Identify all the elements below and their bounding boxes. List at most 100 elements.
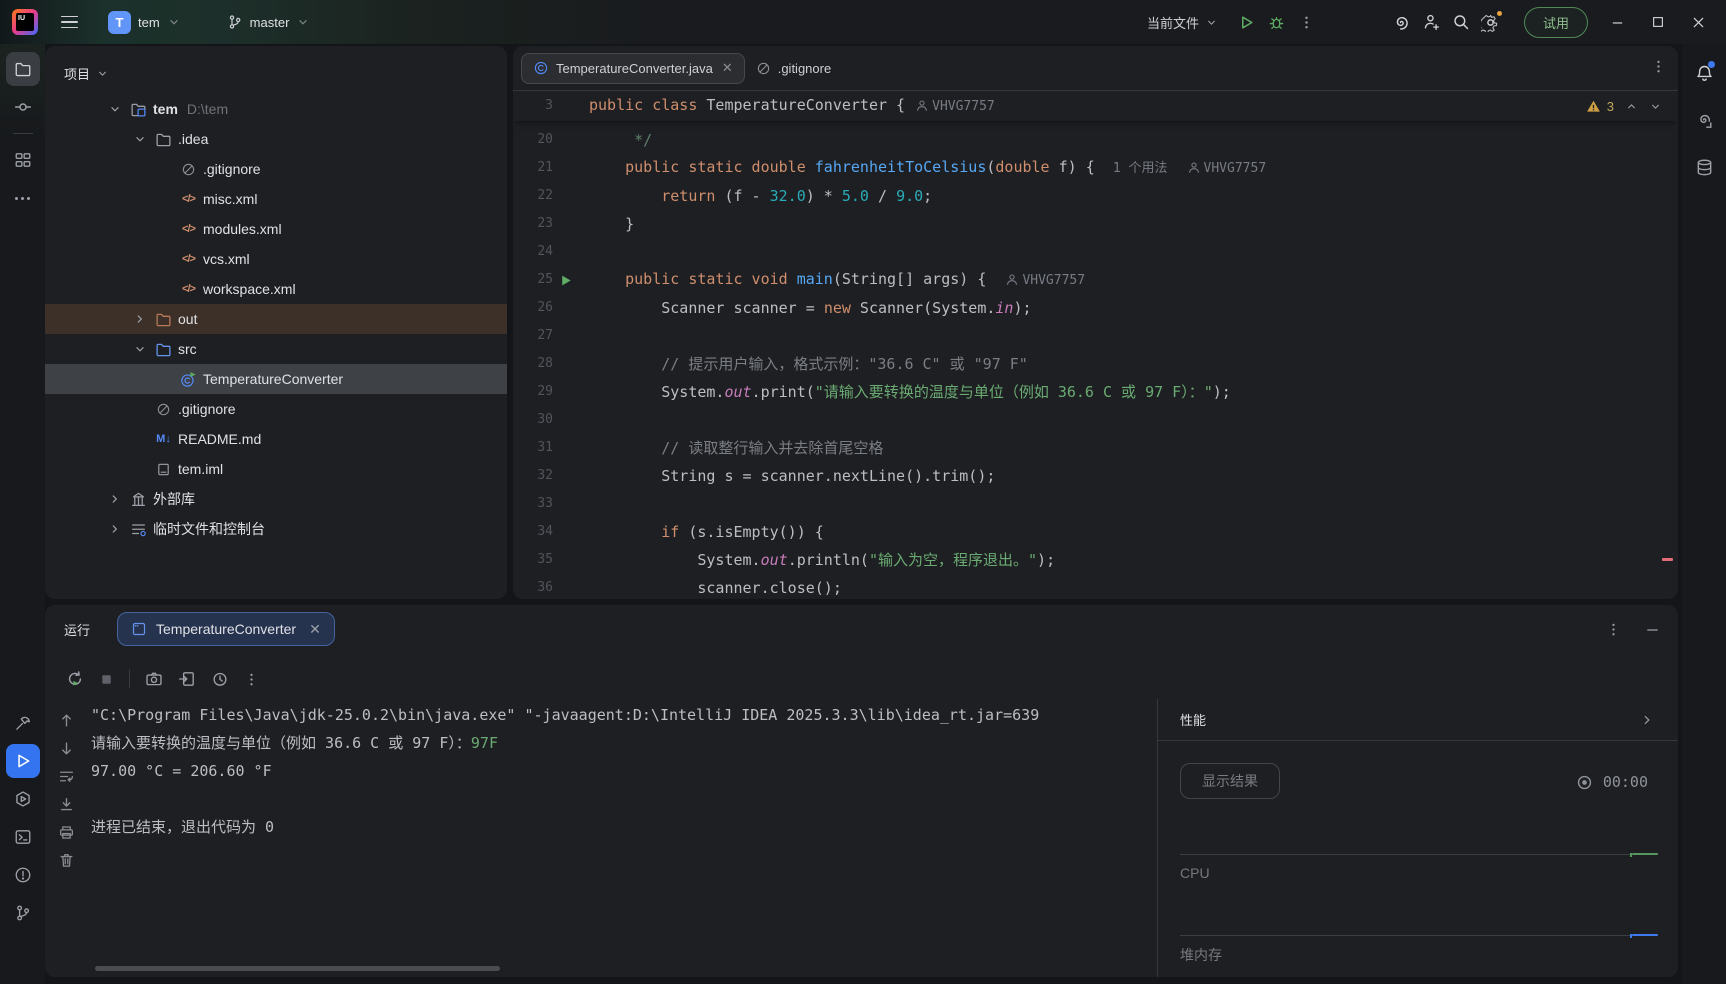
close-run-tab-icon[interactable]: ✕ <box>309 621 321 638</box>
run-panel-options-button[interactable] <box>1606 622 1621 637</box>
show-results-button[interactable]: 显示结果 <box>1180 763 1280 799</box>
hide-panel-button[interactable] <box>1645 622 1660 637</box>
code-line-29[interactable]: 29 System.out.print("请输入要转换的温度与单位（例如 36.… <box>513 378 1678 406</box>
tool-project-button[interactable] <box>6 52 40 86</box>
soft-wrap-button[interactable] <box>58 768 75 785</box>
code-line-25[interactable]: 25 public static void main(String[] args… <box>513 266 1678 294</box>
chevron-down-icon[interactable] <box>128 132 151 146</box>
add-user-button[interactable] <box>1416 7 1446 37</box>
trial-button[interactable]: 试用 <box>1524 7 1588 38</box>
code-editor[interactable]: 20 */21 public static double fahrenheitT… <box>513 121 1678 599</box>
tool-services-button[interactable] <box>6 782 40 816</box>
code-line-31[interactable]: 31 // 读取整行输入并去除首尾空格 <box>513 434 1678 462</box>
tree-item-tem[interactable]: temD:\tem <box>45 94 507 124</box>
error-stripe-mark[interactable] <box>1662 558 1673 561</box>
code-line-23[interactable]: 23 } <box>513 210 1678 238</box>
tree-item-temperatureconverter[interactable]: TemperatureConverter <box>45 364 507 394</box>
tree-item-.gitignore[interactable]: .gitignore <box>45 394 507 424</box>
up-stack-button[interactable] <box>58 712 75 729</box>
hamburger-menu-icon[interactable] <box>54 7 84 37</box>
tool-terminal-button[interactable] <box>6 820 40 854</box>
code-line-32[interactable]: 32 String s = scanner.nextLine().trim(); <box>513 462 1678 490</box>
run-configuration-selector[interactable]: 当前文件 <box>1147 13 1218 32</box>
console-output[interactable]: "C:\Program Files\Java\jdk-25.0.2\bin\ja… <box>87 699 1157 977</box>
code-line-27[interactable]: 27 <box>513 322 1678 350</box>
notifications-button[interactable] <box>1687 56 1721 90</box>
tool-build-button[interactable] <box>6 706 40 740</box>
screenshot-button[interactable] <box>145 670 163 688</box>
code-line-28[interactable]: 28 // 提示用户输入，格式示例："36.6 C" 或 "97 F" <box>513 350 1678 378</box>
code-line-30[interactable]: 30 <box>513 406 1678 434</box>
chevron-right-icon[interactable] <box>1640 713 1654 727</box>
debug-button[interactable] <box>1262 7 1292 37</box>
tool-problems-button[interactable] <box>6 858 40 892</box>
console-line-1[interactable]: "C:\Program Files\Java\jdk-25.0.2\bin\ja… <box>91 701 1157 729</box>
code-line-36[interactable]: 36 scanner.close(); <box>513 574 1678 599</box>
code-line-33[interactable]: 33 <box>513 490 1678 518</box>
prev-warning-icon[interactable] <box>1625 100 1638 113</box>
tree-item-vcs.xml[interactable]: </>vcs.xml <box>45 244 507 274</box>
tree-item-.gitignore[interactable]: .gitignore <box>45 154 507 184</box>
branch-widget[interactable]: master <box>219 10 319 34</box>
code-line-22[interactable]: 22 return (f - 32.0) * 5.0 / 9.0; <box>513 182 1678 210</box>
console-line-3[interactable]: 97.00 °C = 206.60 °F <box>91 757 1157 785</box>
tree-item-临时文件和控制台[interactable]: 临时文件和控制台 <box>45 514 507 544</box>
editor-tab-temperatureconverter[interactable]: TemperatureConverter.java ✕ <box>521 53 745 84</box>
tool-version-control-button[interactable] <box>6 896 40 930</box>
chevron-down-icon[interactable] <box>103 102 126 116</box>
run-line-icon[interactable] <box>553 273 577 288</box>
code-line-21[interactable]: 21 public static double fahrenheitToCels… <box>513 154 1678 182</box>
next-warning-icon[interactable] <box>1649 100 1662 113</box>
run-button[interactable] <box>1232 7 1262 37</box>
horizontal-scrollbar[interactable] <box>95 966 500 971</box>
code-line-24[interactable]: 24 <box>513 238 1678 266</box>
chevron-right-icon[interactable] <box>128 312 151 326</box>
sticky-line[interactable]: 3 public class TemperatureConverter { VH… <box>513 91 1678 121</box>
performance-header[interactable]: 性能 <box>1158 699 1678 741</box>
ai-chat-button[interactable] <box>1687 103 1721 137</box>
tree-item-out[interactable]: out <box>45 304 507 334</box>
tree-item-外部库[interactable]: 外部库 <box>45 484 507 514</box>
history-button[interactable] <box>211 670 229 688</box>
ai-assistant-button[interactable] <box>1386 7 1416 37</box>
code-line-34[interactable]: 34 if (s.isEmpty()) { <box>513 518 1678 546</box>
tool-more-button[interactable] <box>6 181 40 215</box>
close-button[interactable] <box>1691 15 1706 30</box>
tool-run-button[interactable] <box>6 744 40 778</box>
tree-item-src[interactable]: src <box>45 334 507 364</box>
search-button[interactable] <box>1446 7 1476 37</box>
chevron-down-icon[interactable] <box>128 342 151 356</box>
project-switcher[interactable]: T tem <box>100 7 189 38</box>
code-line-26[interactable]: 26 Scanner scanner = new Scanner(System.… <box>513 294 1678 322</box>
maximize-button[interactable] <box>1651 15 1665 29</box>
tree-item-misc.xml[interactable]: </>misc.xml <box>45 184 507 214</box>
down-stack-button[interactable] <box>58 740 75 757</box>
close-tab-icon[interactable]: ✕ <box>722 60 733 76</box>
console-line-4[interactable] <box>91 785 1157 813</box>
tool-commit-button[interactable] <box>6 90 40 124</box>
code-line-35[interactable]: 35 System.out.println("输入为空，程序退出。"); <box>513 546 1678 574</box>
print-button[interactable] <box>58 824 75 841</box>
restore-layout-button[interactable] <box>178 670 196 688</box>
minimize-button[interactable] <box>1610 15 1625 30</box>
console-more-button[interactable] <box>244 672 259 687</box>
tree-item-tem.iml[interactable]: tem.iml <box>45 454 507 484</box>
editor-options-button[interactable] <box>1651 59 1666 77</box>
rerun-button[interactable] <box>66 670 84 688</box>
code-line-20[interactable]: 20 */ <box>513 126 1678 154</box>
clear-console-button[interactable] <box>58 852 75 869</box>
tree-item-readme.md[interactable]: M↓README.md <box>45 424 507 454</box>
more-options-button[interactable] <box>1292 7 1322 37</box>
chevron-right-icon[interactable] <box>103 522 126 536</box>
project-panel-header[interactable]: 项目 <box>45 46 507 88</box>
scroll-to-end-button[interactable] <box>58 796 75 813</box>
tool-structure-button[interactable] <box>6 143 40 177</box>
database-button[interactable] <box>1687 150 1721 184</box>
editor-tab-gitignore[interactable]: .gitignore <box>745 53 842 84</box>
stop-button[interactable] <box>99 672 114 687</box>
inspections-widget[interactable]: 3 <box>1586 99 1678 114</box>
console-line-5[interactable]: 进程已结束，退出代码为 0 <box>91 813 1157 841</box>
tree-item-.idea[interactable]: .idea <box>45 124 507 154</box>
console-line-2[interactable]: 请输入要转换的温度与单位（例如 36.6 C 或 97 F）：97F <box>91 729 1157 757</box>
tree-item-workspace.xml[interactable]: </>workspace.xml <box>45 274 507 304</box>
